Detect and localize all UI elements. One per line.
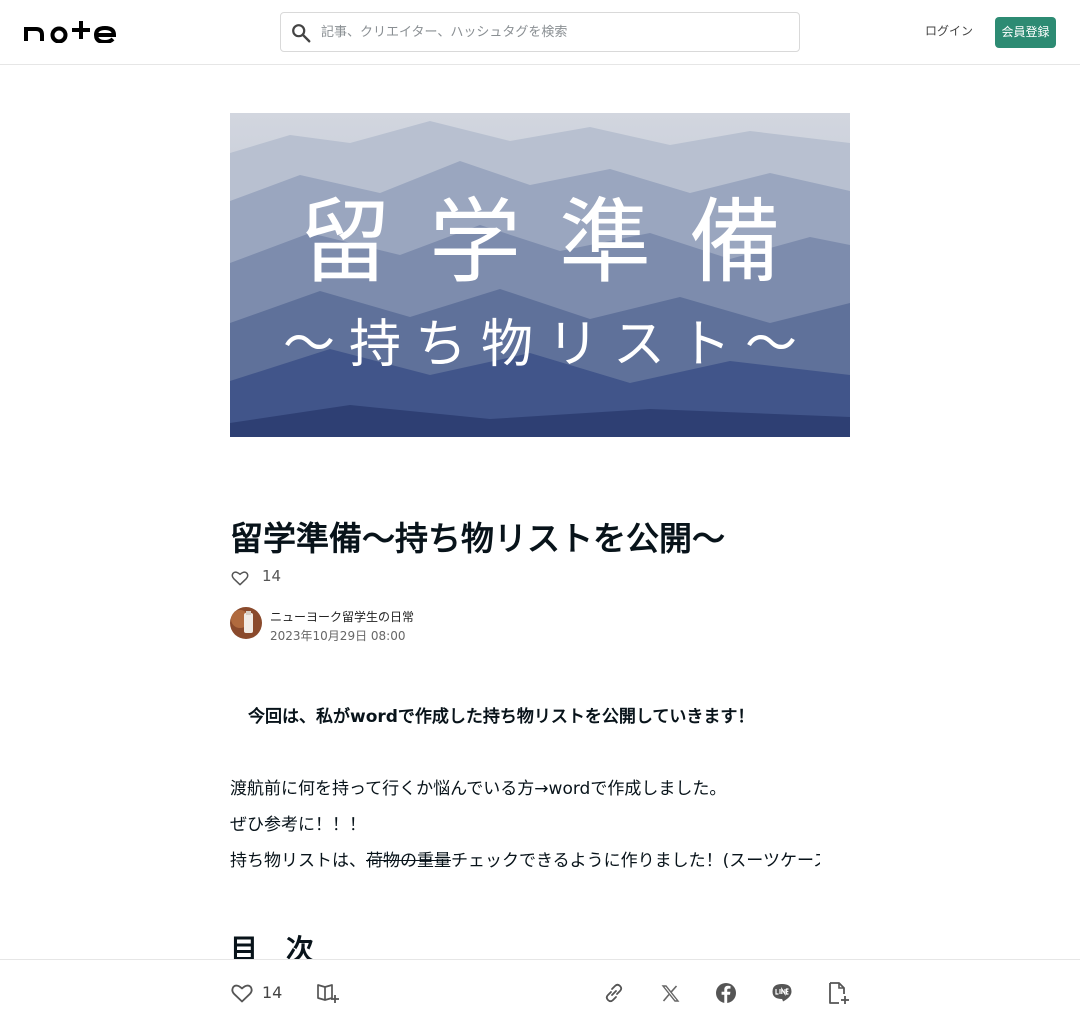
body-paragraph: 持ち物リストは、荷物の重量チェックできるように作りました！(スーツケースの重さを… (230, 846, 820, 871)
note-embed-icon[interactable] (826, 981, 850, 1005)
hero-title: 留学準備 (298, 189, 819, 296)
site-header: ログイン 会員登録 (0, 0, 1080, 65)
search-input[interactable] (321, 13, 791, 51)
article-title: 留学準備〜持ち物リストを公開〜 (230, 519, 725, 558)
search-icon (292, 24, 311, 43)
line-icon[interactable] (770, 981, 794, 1005)
signup-button[interactable]: 会員登録 (995, 17, 1056, 48)
hero-image: 留学準備 〜持ち物リスト〜 (230, 113, 850, 437)
body-paragraph: 渡航前に何を持って行くか悩んでいる方→wordで作成しました。 (230, 779, 727, 799)
author-avatar[interactable] (230, 607, 262, 639)
search-box[interactable] (280, 12, 800, 52)
heart-icon[interactable] (230, 568, 250, 588)
strikethrough-text: 荷物の重量 (366, 851, 451, 871)
heart-icon[interactable] (230, 981, 254, 1005)
intro-paragraph: 今回は、私がwordで作成した持ち物リストを公開していきます！ (248, 707, 755, 727)
x-icon[interactable] (658, 981, 682, 1005)
hero-subtitle: 〜持ち物リスト〜 (282, 315, 811, 375)
publish-date: 2023年10月29日 08:00 (270, 629, 406, 643)
like-count: 14 (262, 983, 283, 1002)
login-link[interactable]: ログイン (922, 22, 976, 39)
facebook-icon[interactable] (714, 981, 738, 1005)
body-text: 持ち物リストは、 (230, 851, 366, 871)
bottom-action-bar: 14 (0, 959, 1080, 1024)
magazine-add-icon[interactable] (316, 981, 340, 1005)
author-name[interactable]: ニューヨーク留学生の日常 (270, 608, 414, 625)
body-text: チェックできるように作りました！(スーツケースの重さを気にしながらパッキングする… (451, 851, 820, 871)
body-paragraph: ぜひ参考に！！！ (230, 815, 366, 835)
note-logo[interactable] (24, 21, 124, 43)
link-icon[interactable] (602, 981, 626, 1005)
author-info[interactable]: ニューヨーク留学生の日常 2023年10月29日 08:00 (230, 607, 630, 643)
like-count: 14 (262, 567, 282, 585)
